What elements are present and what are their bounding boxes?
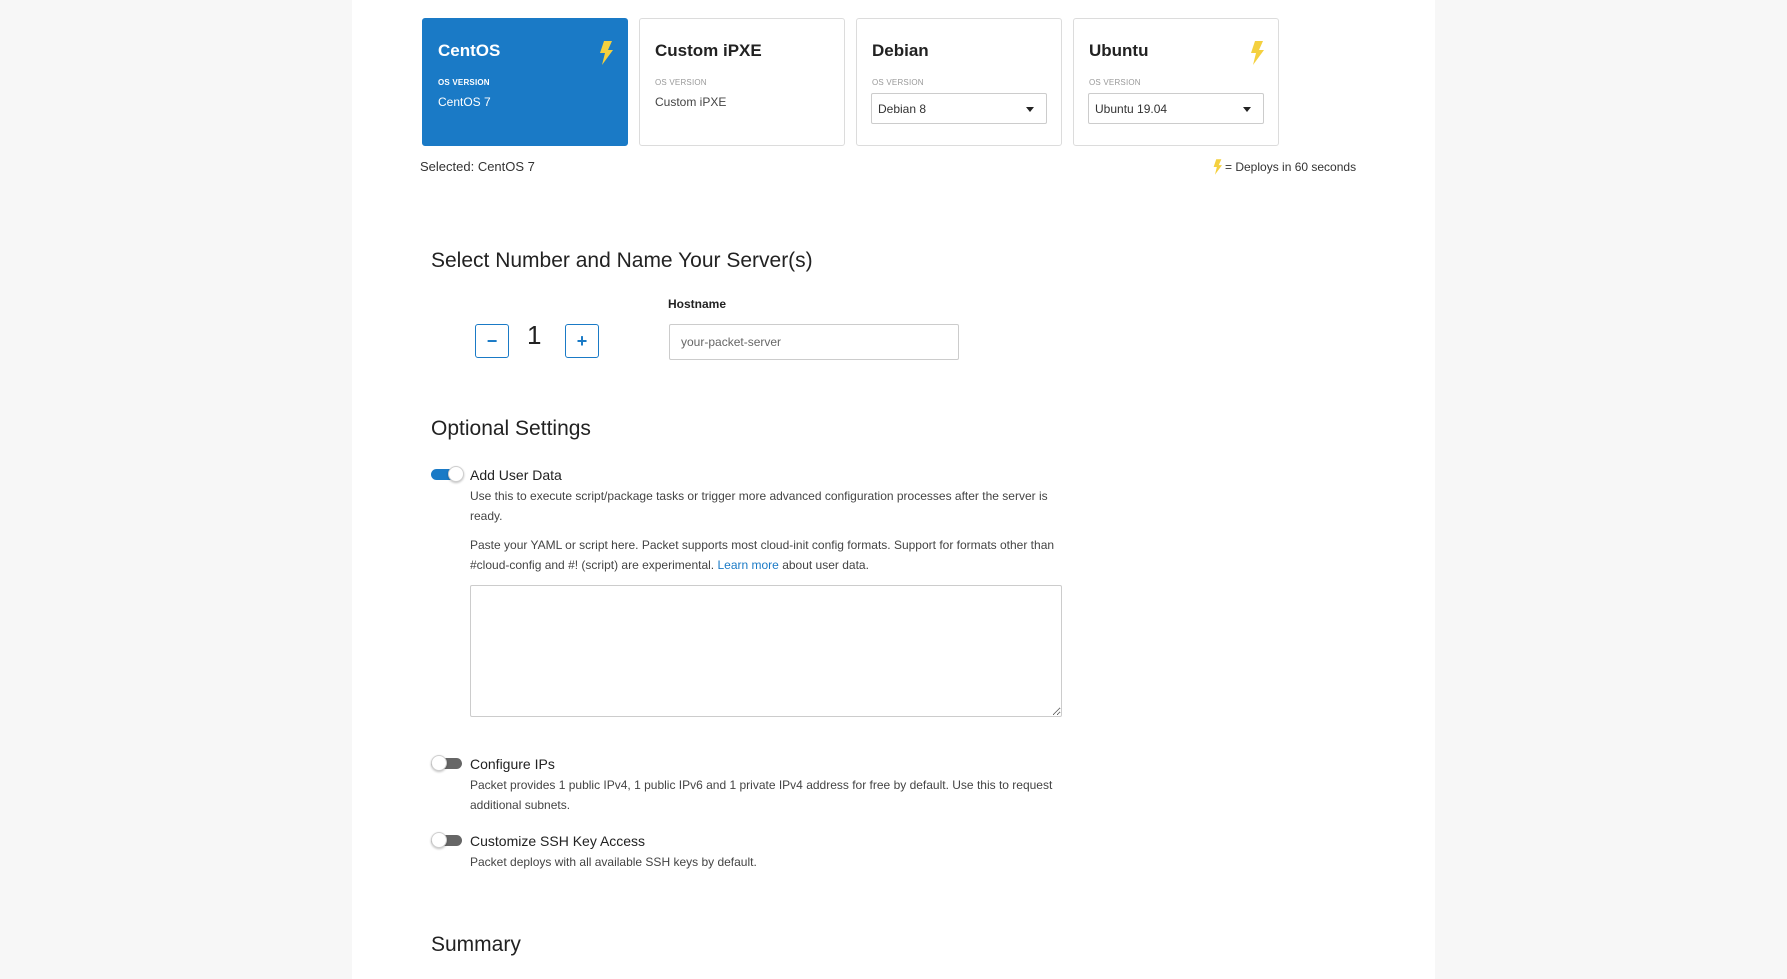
user-data-after-link: about user data. (782, 558, 869, 572)
os-card-title: Custom iPXE (655, 41, 762, 60)
os-card-centos[interactable]: CentOS OS VERSION CentOS 7 (422, 18, 628, 146)
toggle-knob (448, 466, 464, 482)
toggle-knob (431, 755, 447, 771)
os-version-label: OS VERSION (438, 78, 490, 87)
server-count: 1 (527, 320, 542, 350)
caret-down-icon (1243, 107, 1251, 112)
lightning-bolt-icon (1213, 159, 1222, 175)
os-version-select[interactable]: Ubuntu 19.04 (1088, 93, 1264, 124)
user-data-paste-info: Paste your YAML or script here. Packet s… (470, 535, 1070, 575)
os-card-debian[interactable]: Debian OS VERSION Debian 8 (856, 18, 1062, 146)
caret-down-icon (1026, 107, 1034, 112)
increment-button[interactable]: + (565, 324, 599, 358)
os-version-selected: Ubuntu 19.04 (1095, 102, 1168, 116)
os-card-custom-ipxe[interactable]: Custom iPXE OS VERSION Custom iPXE (639, 18, 845, 146)
user-data-toggle[interactable] (431, 466, 464, 482)
servers-heading: Select Number and Name Your Server(s) (431, 249, 813, 272)
os-card-title: Debian (872, 41, 929, 60)
user-data-label: Add User Data (470, 467, 562, 483)
selected-os-text: Selected: CentOS 7 (420, 159, 535, 174)
hostname-label: Hostname (668, 297, 727, 311)
summary-heading: Summary (431, 933, 521, 956)
ssh-keys-label: Customize SSH Key Access (470, 833, 646, 849)
deploy-legend-text: = Deploys in 60 seconds (1225, 160, 1357, 174)
os-version-label: OS VERSION (1089, 78, 1141, 87)
os-version-value: CentOS 7 (438, 95, 491, 109)
learn-more-link[interactable]: Learn more (717, 558, 778, 572)
configure-ips-label: Configure IPs (470, 756, 555, 772)
os-version-selected: Debian 8 (878, 102, 927, 116)
ssh-keys-description: Packet deploys with all available SSH ke… (470, 855, 757, 869)
deploy-legend: = Deploys in 60 seconds (1213, 159, 1356, 175)
os-version-label: OS VERSION (872, 78, 924, 87)
toggle-knob (431, 832, 447, 848)
configure-ips-toggle[interactable] (431, 755, 464, 771)
ssh-keys-toggle[interactable] (431, 832, 464, 848)
lightning-bolt-icon (600, 41, 613, 65)
decrement-button[interactable]: − (475, 324, 509, 358)
os-card-ubuntu[interactable]: Ubuntu OS VERSION Ubuntu 19.04 (1073, 18, 1279, 146)
hostname-input[interactable] (669, 324, 959, 360)
os-card-title: Ubuntu (1089, 41, 1149, 60)
optional-settings-heading: Optional Settings (431, 417, 591, 440)
os-version-value: Custom iPXE (655, 95, 727, 109)
user-data-textarea[interactable] (470, 585, 1062, 717)
user-data-description: Use this to execute script/package tasks… (470, 489, 1048, 523)
os-version-select[interactable]: Debian 8 (871, 93, 1047, 124)
lightning-bolt-icon (1251, 41, 1264, 65)
os-card-title: CentOS (438, 41, 501, 60)
configure-ips-description: Packet provides 1 public IPv4, 1 public … (470, 778, 1053, 812)
os-version-label: OS VERSION (655, 78, 707, 87)
